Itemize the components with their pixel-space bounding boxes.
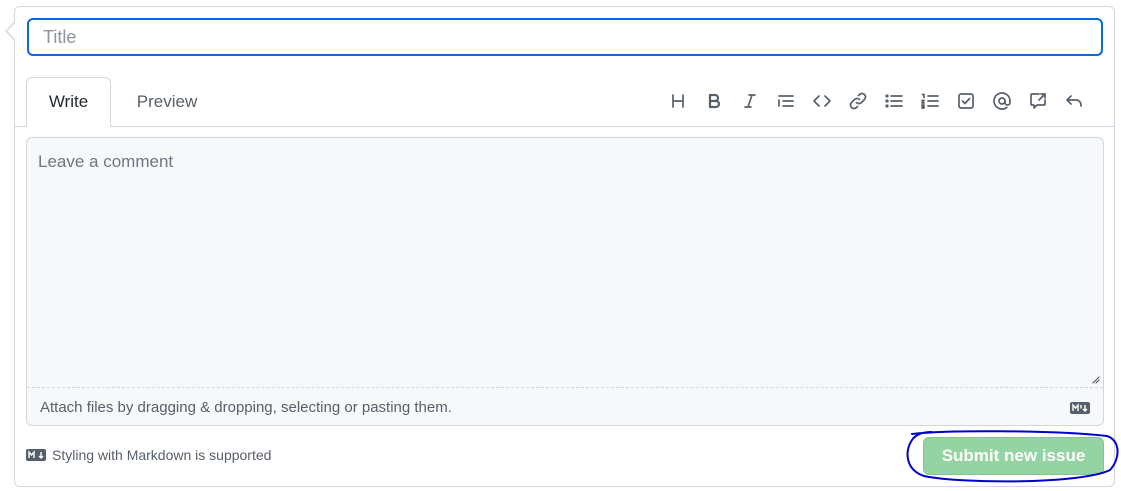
ordered-list-icon[interactable]	[912, 86, 948, 116]
tab-preview[interactable]: Preview	[122, 77, 212, 127]
submit-new-issue-button[interactable]: Submit new issue	[923, 437, 1104, 475]
markdown-support-text: Styling with Markdown is supported	[52, 447, 272, 463]
comment-textarea[interactable]	[27, 138, 1103, 387]
markdown-support-note[interactable]: Styling with Markdown is supported	[26, 447, 271, 463]
link-icon[interactable]	[840, 86, 876, 116]
markdown-icon	[26, 449, 46, 461]
quote-icon[interactable]	[768, 86, 804, 116]
bold-icon[interactable]	[696, 86, 732, 116]
code-icon[interactable]	[804, 86, 840, 116]
task-list-icon[interactable]	[948, 86, 984, 116]
markdown-icon	[1070, 401, 1090, 418]
comment-box: Attach files by dragging & dropping, sel…	[26, 137, 1104, 426]
heading-icon[interactable]	[660, 86, 696, 116]
tab-write[interactable]: Write	[26, 77, 111, 127]
undo-icon[interactable]	[1056, 86, 1092, 116]
reference-icon[interactable]	[1020, 86, 1056, 116]
resize-handle-icon[interactable]	[1090, 374, 1100, 384]
attach-files-area[interactable]: Attach files by dragging & dropping, sel…	[27, 387, 1103, 425]
attach-files-text: Attach files by dragging & dropping, sel…	[40, 398, 452, 416]
italic-icon[interactable]	[732, 86, 768, 116]
unordered-list-icon[interactable]	[876, 86, 912, 116]
title-input[interactable]	[27, 18, 1103, 56]
mention-icon[interactable]	[984, 86, 1020, 116]
markdown-toolbar	[660, 86, 1092, 116]
